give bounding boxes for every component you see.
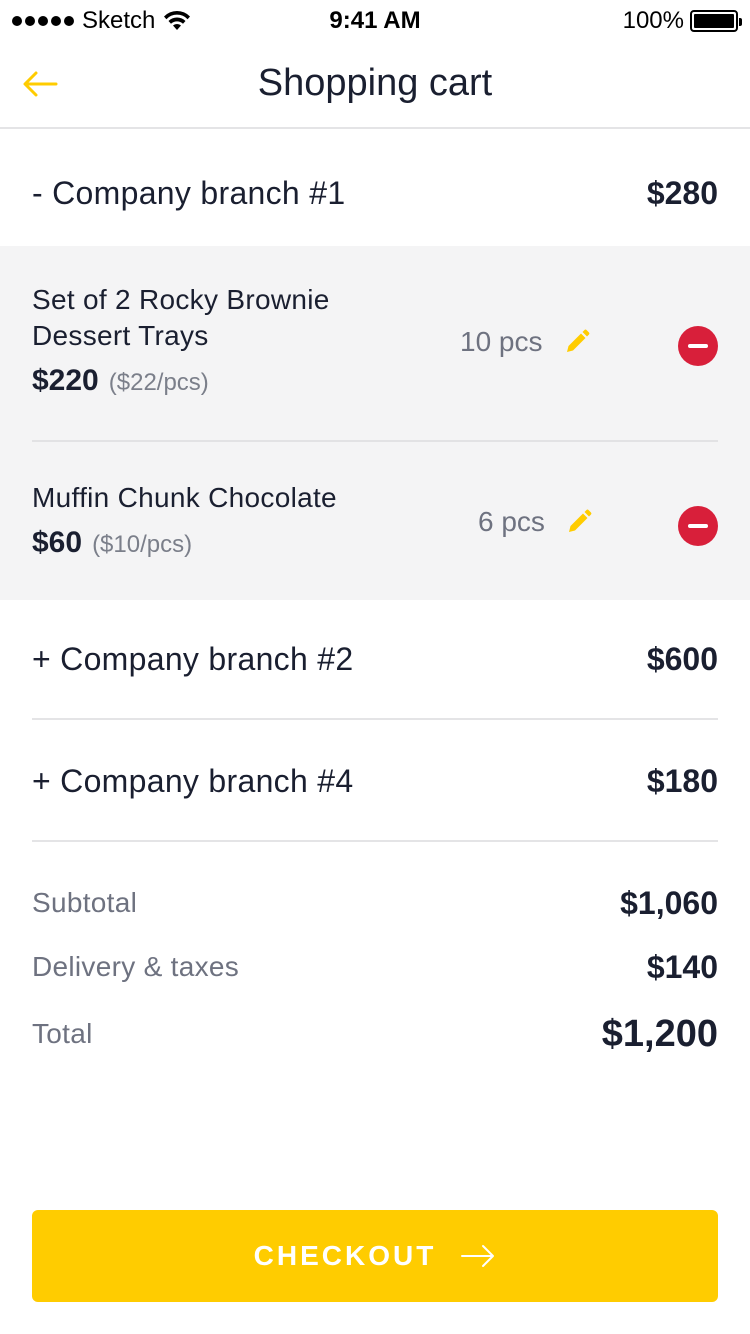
subtotal-label: Subtotal bbox=[32, 887, 138, 918]
subtotal-row: Subtotal $1,060 bbox=[32, 880, 718, 926]
item-quantity: 6 pcs bbox=[478, 506, 545, 537]
battery-percent: 100% bbox=[622, 7, 684, 34]
divider bbox=[32, 440, 718, 442]
status-right: 100% bbox=[622, 7, 742, 35]
divider bbox=[32, 840, 718, 842]
pencil-icon bbox=[568, 509, 592, 532]
remove-item-button[interactable] bbox=[678, 326, 718, 366]
branch-row-1[interactable]: - Company branch #1 $280 bbox=[32, 132, 718, 254]
total-label: Total bbox=[32, 1018, 93, 1049]
delivery-value: $140 bbox=[646, 948, 718, 985]
item-unit-price: ($10/pcs) bbox=[92, 531, 193, 558]
edit-quantity-button[interactable]: 6 pcs bbox=[478, 506, 593, 538]
branch-items-panel: Set of 2 Rocky Brownie Dessert Trays $22… bbox=[0, 246, 750, 600]
item-price: $60 bbox=[32, 526, 83, 559]
subtotal-value: $1,060 bbox=[620, 884, 718, 921]
item-name-line: Set of 2 Rocky Brownie bbox=[32, 284, 330, 315]
delivery-row: Delivery & taxes $140 bbox=[32, 944, 718, 990]
branch-name: + Company branch #4 bbox=[32, 762, 354, 799]
item-name-line: Dessert Trays bbox=[32, 320, 209, 351]
branch-total: $600 bbox=[646, 640, 718, 677]
branch-name: - Company branch #1 bbox=[32, 174, 346, 211]
branch-row-4[interactable]: + Company branch #4 $180 bbox=[32, 720, 718, 842]
battery-icon bbox=[690, 10, 742, 32]
total-row: Total $1,200 bbox=[32, 1008, 718, 1060]
total-value: $1,200 bbox=[601, 1012, 718, 1055]
branch-total: $180 bbox=[646, 762, 718, 799]
item-price: $220 bbox=[32, 364, 99, 397]
shopping-cart-screen: Sketch 9:41 AM 100% Shopping cart - Comp… bbox=[0, 0, 750, 1334]
pencil-icon bbox=[566, 329, 589, 352]
item-price-line: $60 ($10/pcs) bbox=[32, 526, 718, 560]
item-unit-price: ($22/pcs) bbox=[108, 369, 209, 396]
remove-item-button[interactable] bbox=[678, 506, 718, 546]
edit-quantity-button[interactable]: 10 pcs bbox=[460, 326, 591, 358]
item-price-line: $220 ($22/pcs) bbox=[32, 364, 718, 398]
minus-icon bbox=[688, 344, 708, 348]
branch-name: + Company branch #2 bbox=[32, 640, 354, 677]
branch-total: $280 bbox=[646, 174, 718, 211]
page-title: Shopping cart bbox=[257, 62, 493, 104]
arrow-right-icon bbox=[461, 1245, 495, 1267]
status-bar: Sketch 9:41 AM 100% bbox=[0, 0, 750, 40]
minus-icon bbox=[688, 524, 708, 528]
delivery-label: Delivery & taxes bbox=[32, 951, 240, 982]
cart-item: Muffin Chunk Chocolate $60 ($10/pcs) 6 p… bbox=[32, 480, 718, 560]
item-name-line: Muffin Chunk Chocolate bbox=[32, 482, 337, 513]
branch-row-2[interactable]: + Company branch #2 $600 bbox=[32, 598, 718, 720]
nav-bar: Shopping cart bbox=[0, 40, 750, 129]
item-quantity: 10 pcs bbox=[460, 326, 543, 357]
cart-item: Set of 2 Rocky Brownie Dessert Trays $22… bbox=[32, 282, 718, 398]
checkout-label: CHECKOUT bbox=[253, 1240, 437, 1271]
checkout-button[interactable]: CHECKOUT bbox=[32, 1210, 718, 1302]
